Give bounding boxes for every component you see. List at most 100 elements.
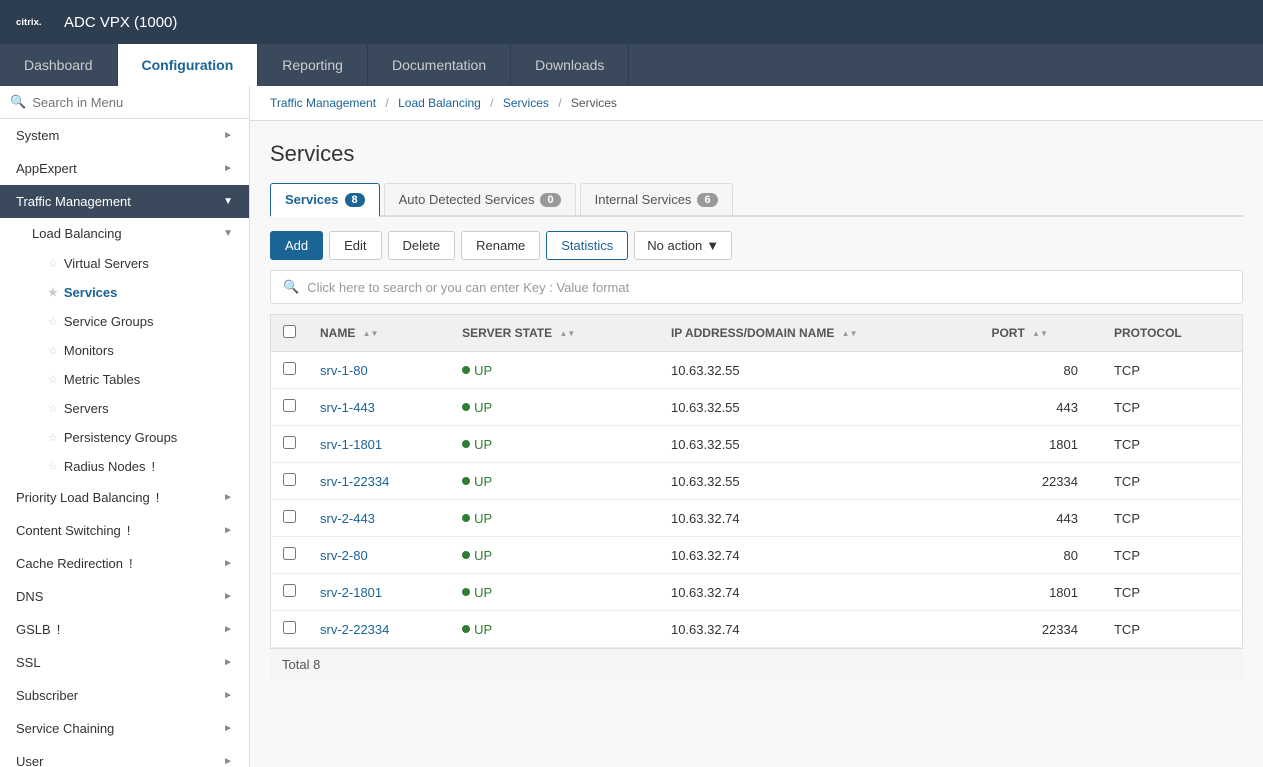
tab-configuration[interactable]: Configuration xyxy=(118,44,259,86)
sidebar-label-radius-nodes: Radius Nodes xyxy=(64,459,146,474)
col-name[interactable]: NAME ▲▼ xyxy=(308,315,450,352)
row-state: UP xyxy=(450,389,659,426)
breadcrumb-sep: / xyxy=(558,96,561,110)
sidebar-item-service-groups[interactable]: ☆ Service Groups xyxy=(32,307,249,336)
tab-reporting[interactable]: Reporting xyxy=(258,44,368,86)
star-icon: ☆ xyxy=(48,315,58,328)
table-search-bar[interactable]: 🔍 Click here to search or you can enter … xyxy=(270,270,1243,304)
chevron-right-icon: ► xyxy=(223,163,233,174)
row-name: srv-1-80 xyxy=(308,352,450,389)
sidebar-search-input[interactable] xyxy=(32,95,239,110)
sidebar-item-virtual-servers[interactable]: ☆ Virtual Servers xyxy=(32,249,249,278)
warning-icon: ! xyxy=(127,523,131,538)
sidebar-item-priority-lb[interactable]: Priority Load Balancing ! ► xyxy=(0,481,249,514)
delete-button[interactable]: Delete xyxy=(388,231,456,260)
row-checkbox[interactable] xyxy=(283,473,296,486)
sidebar-label-gslb: GSLB xyxy=(16,622,51,637)
rename-button[interactable]: Rename xyxy=(461,231,540,260)
row-checkbox-cell[interactable] xyxy=(271,463,309,500)
row-checkbox[interactable] xyxy=(283,362,296,375)
row-state: UP xyxy=(450,611,659,648)
row-checkbox-cell[interactable] xyxy=(271,352,309,389)
row-checkbox-cell[interactable] xyxy=(271,537,309,574)
row-checkbox[interactable] xyxy=(283,399,296,412)
chevron-right-icon: ► xyxy=(223,558,233,569)
sidebar-item-metric-tables[interactable]: ☆ Metric Tables xyxy=(32,365,249,394)
row-checkbox-cell[interactable] xyxy=(271,574,309,611)
sidebar-label-services: Services xyxy=(64,285,118,300)
sidebar-item-appexpert[interactable]: AppExpert ► xyxy=(0,152,249,185)
action-bar: Add Edit Delete Rename Statistics No act… xyxy=(270,231,1243,260)
sidebar-item-system[interactable]: System ► xyxy=(0,119,249,152)
row-checkbox[interactable] xyxy=(283,584,296,597)
sidebar-label-dns: DNS xyxy=(16,589,43,604)
row-checkbox-cell[interactable] xyxy=(271,611,309,648)
row-checkbox[interactable] xyxy=(283,436,296,449)
breadcrumb-traffic-management[interactable]: Traffic Management xyxy=(270,96,376,110)
table-row: srv-2-22334 UP 10.63.32.74 22334 TCP xyxy=(271,611,1243,648)
chevron-right-icon: ► xyxy=(223,525,233,536)
sidebar-item-content-switching[interactable]: Content Switching ! ► xyxy=(0,514,249,547)
sort-icon: ▲▼ xyxy=(363,329,379,338)
tab-internal[interactable]: Internal Services 6 xyxy=(580,183,733,215)
row-state: UP xyxy=(450,426,659,463)
select-all-checkbox[interactable] xyxy=(283,325,296,338)
row-ip: 10.63.32.74 xyxy=(659,500,979,537)
chevron-right-icon: ► xyxy=(223,492,233,503)
sidebar-item-radius-nodes[interactable]: ☆ Radius Nodes ! xyxy=(32,452,249,481)
row-ip: 10.63.32.55 xyxy=(659,352,979,389)
sidebar-label-service-groups: Service Groups xyxy=(64,314,154,329)
row-state: UP xyxy=(450,537,659,574)
row-ip: 10.63.32.55 xyxy=(659,389,979,426)
edit-button[interactable]: Edit xyxy=(329,231,381,260)
tab-downloads[interactable]: Downloads xyxy=(511,44,629,86)
sidebar-item-load-balancing[interactable]: Load Balancing ▼ xyxy=(16,218,249,249)
sidebar-label-servers: Servers xyxy=(64,401,109,416)
sidebar-item-subscriber[interactable]: Subscriber ► xyxy=(0,679,249,712)
sidebar-item-services[interactable]: ★ Services xyxy=(32,278,249,307)
star-icon: ☆ xyxy=(48,373,58,386)
sidebar-item-content-switching-left: Content Switching ! xyxy=(16,523,130,538)
add-button[interactable]: Add xyxy=(270,231,323,260)
col-ip[interactable]: IP ADDRESS/DOMAIN NAME ▲▼ xyxy=(659,315,979,352)
row-checkbox-cell[interactable] xyxy=(271,500,309,537)
sidebar-label-metric-tables: Metric Tables xyxy=(64,372,140,387)
row-checkbox-cell[interactable] xyxy=(271,426,309,463)
sidebar-item-gslb[interactable]: GSLB ! ► xyxy=(0,613,249,646)
tab-dashboard[interactable]: Dashboard xyxy=(0,44,118,86)
breadcrumb-load-balancing[interactable]: Load Balancing xyxy=(398,96,481,110)
row-checkbox[interactable] xyxy=(283,510,296,523)
star-icon: ★ xyxy=(48,286,58,299)
sort-icon: ▲▼ xyxy=(559,329,575,338)
statistics-button[interactable]: Statistics xyxy=(546,231,628,260)
tab-services[interactable]: Services 8 xyxy=(270,183,380,217)
sort-icon: ▲▼ xyxy=(1032,329,1048,338)
sidebar-item-monitors[interactable]: ☆ Monitors xyxy=(32,336,249,365)
col-server-state[interactable]: SERVER STATE ▲▼ xyxy=(450,315,659,352)
breadcrumb-services-link[interactable]: Services xyxy=(503,96,549,110)
no-action-button[interactable]: No action ▼ xyxy=(634,231,732,260)
row-name: srv-2-1801 xyxy=(308,574,450,611)
sidebar-item-cache-redirection[interactable]: Cache Redirection ! ► xyxy=(0,547,249,580)
col-port[interactable]: PORT ▲▼ xyxy=(979,315,1102,352)
row-ip: 10.63.32.55 xyxy=(659,426,979,463)
tab-documentation[interactable]: Documentation xyxy=(368,44,511,86)
tab-auto-detected[interactable]: Auto Detected Services 0 xyxy=(384,183,576,215)
row-checkbox[interactable] xyxy=(283,547,296,560)
table-header-row: NAME ▲▼ SERVER STATE ▲▼ IP ADDRESS/DOMAI… xyxy=(271,315,1243,352)
row-protocol: TCP xyxy=(1102,352,1243,389)
sidebar-item-user[interactable]: User ► xyxy=(0,745,249,767)
sidebar-item-persistency-groups[interactable]: ☆ Persistency Groups xyxy=(32,423,249,452)
sidebar-item-dns[interactable]: DNS ► xyxy=(0,580,249,613)
select-all-header[interactable] xyxy=(271,315,309,352)
sidebar-item-service-chaining[interactable]: Service Chaining ► xyxy=(0,712,249,745)
sidebar-item-servers[interactable]: ☆ Servers xyxy=(32,394,249,423)
sidebar-item-ssl[interactable]: SSL ► xyxy=(0,646,249,679)
row-checkbox-cell[interactable] xyxy=(271,389,309,426)
row-protocol: TCP xyxy=(1102,611,1243,648)
row-checkbox[interactable] xyxy=(283,621,296,634)
sidebar-search-box[interactable]: 🔍 xyxy=(0,86,249,119)
sidebar-item-traffic-management[interactable]: Traffic Management ▼ xyxy=(0,185,249,218)
status-badge: UP xyxy=(462,511,647,526)
sidebar: 🔍 System ► AppExpert ► Traffic Managemen… xyxy=(0,86,250,767)
